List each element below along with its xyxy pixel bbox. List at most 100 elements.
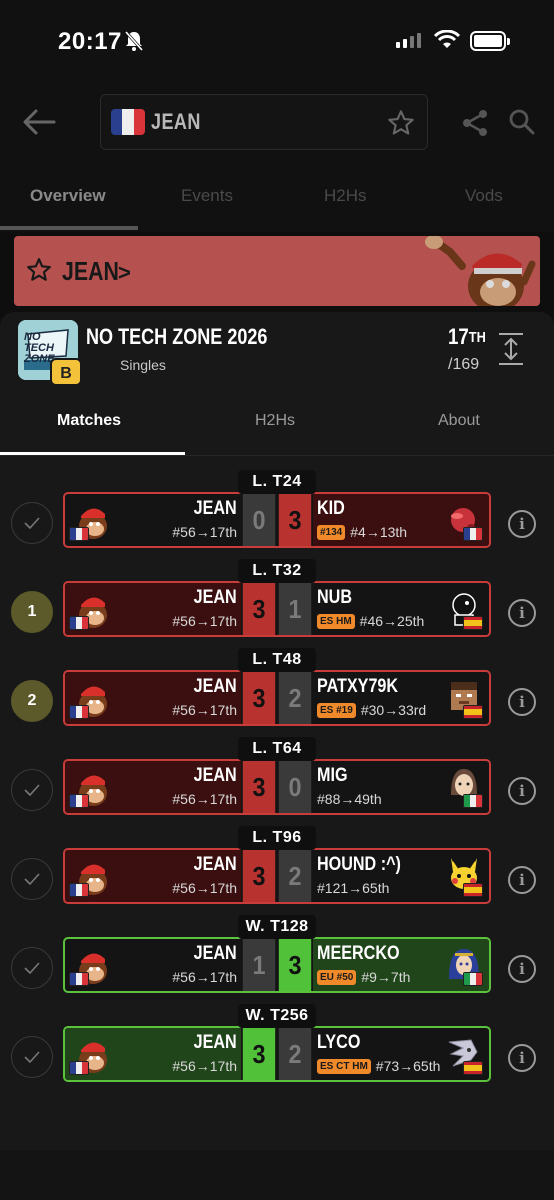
info-icon[interactable]: i — [508, 955, 536, 983]
event-type: Singles — [120, 357, 166, 373]
match-status-circle[interactable] — [11, 769, 53, 811]
entrant-count: /169 — [448, 356, 480, 373]
player-ranking-tag: EU #50 — [317, 969, 357, 985]
info-icon[interactable]: i — [508, 866, 536, 894]
share-icon[interactable] — [460, 108, 490, 138]
player-ranking-tag: ES #19 — [317, 702, 356, 718]
player2-seed: #46→25th — [359, 613, 425, 629]
match-card[interactable]: JEAN #56→17th 3 2 PATXY79K ES #19 #30→33r… — [63, 670, 491, 726]
status-time: 20:17 — [58, 28, 122, 55]
tab-vods[interactable]: Vods — [465, 186, 503, 206]
player1-side[interactable]: JEAN #56→17th — [65, 761, 241, 813]
subtab-h2hs[interactable]: H2Hs — [255, 412, 295, 430]
player1-side[interactable]: JEAN #56→17th — [65, 939, 241, 991]
wifi-icon — [434, 30, 460, 48]
player-search-box[interactable]: JEAN — [100, 94, 428, 150]
tab-overview[interactable]: Overview — [30, 186, 106, 206]
match-row[interactable]: L. T64 JEAN #56→17th 3 0 MIG #88→49th i — [0, 737, 554, 817]
france-flag-icon — [111, 109, 145, 135]
match-row[interactable]: L. T48 2 JEAN #56→17th 3 2 PATXY79K ES #… — [0, 648, 554, 728]
player1-side[interactable]: JEAN #56→17th — [65, 1028, 241, 1080]
match-card[interactable]: JEAN #56→17th 1 3 MEERCKO EU #50 #9→7th — [63, 937, 491, 993]
match-row[interactable]: W. T256 JEAN #56→17th 3 2 LYCO ES CT HM #… — [0, 1004, 554, 1084]
subtab-about[interactable]: About — [438, 412, 480, 430]
player1-score: 3 — [242, 1028, 276, 1080]
tab-events[interactable]: Events — [181, 186, 233, 206]
info-icon[interactable]: i — [508, 688, 536, 716]
player2-seed: #121→65th — [317, 880, 390, 896]
tournament-name[interactable]: NO TECH ZONE 2026 — [86, 324, 267, 350]
player1-score: 0 — [242, 494, 276, 546]
player2-side[interactable]: MIG #88→49th — [313, 761, 489, 813]
player1-side[interactable]: JEAN #56→17th — [65, 850, 241, 902]
match-card[interactable]: JEAN #56→17th 0 3 KID #134 #4→13th — [63, 492, 491, 548]
player2-score: 3 — [278, 939, 312, 991]
player1-side[interactable]: JEAN #56→17th — [65, 494, 241, 546]
subtab-active-underline — [0, 452, 185, 455]
player1-side[interactable]: JEAN #56→17th — [65, 672, 241, 724]
match-status-circle[interactable] — [11, 502, 53, 544]
match-rank-number: 2 — [27, 692, 37, 709]
info-icon[interactable]: i — [508, 510, 536, 538]
player2-meta: ES CT HM #73→65th — [317, 1058, 440, 1074]
match-rank-circle[interactable]: 2 — [11, 680, 53, 722]
expand-collapse-icon[interactable] — [498, 332, 524, 366]
player1-side[interactable]: JEAN #56→17th — [65, 583, 241, 635]
match-status-circle[interactable] — [11, 1036, 53, 1078]
player2-side[interactable]: KID #134 #4→13th — [313, 494, 489, 546]
home-indicator-area — [0, 1150, 554, 1200]
favorite-star-icon[interactable] — [387, 109, 415, 137]
player1-seed: #56→17th — [172, 613, 237, 629]
player2-name: PATXY79K — [317, 676, 399, 697]
checkmark-icon — [24, 517, 40, 529]
info-icon[interactable]: i — [508, 599, 536, 627]
player1-score: 1 — [242, 939, 276, 991]
player1-score: 3 — [242, 583, 276, 635]
france-flag-icon — [69, 972, 89, 986]
player1-seed: #56→17th — [172, 702, 237, 718]
match-card[interactable]: JEAN #56→17th 3 2 LYCO ES CT HM #73→65th — [63, 1026, 491, 1082]
player2-score: 2 — [278, 1028, 312, 1080]
player1-score: 3 — [242, 672, 276, 724]
spain-flag-icon — [463, 1061, 483, 1075]
player2-side[interactable]: NUB ES HM #46→25th — [313, 583, 489, 635]
top-bar: JEAN — [0, 80, 554, 164]
player1-name: JEAN — [193, 587, 237, 608]
tab-h2hs[interactable]: H2Hs — [324, 186, 367, 206]
player2-side[interactable]: HOUND :^) #121→65th — [313, 850, 489, 902]
match-rank-circle[interactable]: 1 — [11, 591, 53, 633]
player-banner[interactable]: JEAN > — [14, 236, 540, 306]
player2-side[interactable]: MEERCKO EU #50 #9→7th — [313, 939, 489, 991]
player2-side[interactable]: LYCO ES CT HM #73→65th — [313, 1028, 489, 1080]
cellular-signal-icon — [396, 33, 421, 48]
match-rank-number: 1 — [27, 603, 37, 620]
back-arrow-icon[interactable] — [22, 108, 56, 136]
match-card[interactable]: JEAN #56→17th 3 0 MIG #88→49th — [63, 759, 491, 815]
match-card[interactable]: JEAN #56→17th 3 2 HOUND :^) #121→65th — [63, 848, 491, 904]
player2-score: 3 — [278, 494, 312, 546]
star-outline-icon[interactable] — [26, 257, 52, 283]
status-bar: 20:17 — [0, 0, 554, 80]
match-card[interactable]: JEAN #56→17th 3 1 NUB ES HM #46→25th — [63, 581, 491, 637]
round-label: W. T256 — [238, 1004, 316, 1028]
match-row[interactable]: L. T32 1 JEAN #56→17th 3 1 NUB ES HM #46→… — [0, 559, 554, 639]
search-icon[interactable] — [508, 108, 536, 136]
match-row[interactable]: W. T128 JEAN #56→17th 1 3 MEERCKO EU #50… — [0, 915, 554, 995]
player2-score: 0 — [278, 761, 312, 813]
player1-name: JEAN — [193, 498, 237, 519]
match-row[interactable]: L. T24 JEAN #56→17th 0 3 KID #134 #4→13th… — [0, 470, 554, 550]
info-icon[interactable]: i — [508, 1044, 536, 1072]
match-status-circle[interactable] — [11, 947, 53, 989]
subtab-matches[interactable]: Matches — [57, 412, 121, 430]
player2-name: HOUND :^) — [317, 854, 401, 875]
info-icon[interactable]: i — [508, 777, 536, 805]
match-row[interactable]: L. T96 JEAN #56→17th 3 2 HOUND :^) #121→… — [0, 826, 554, 906]
spain-flag-icon — [463, 883, 483, 897]
player1-seed: #56→17th — [172, 880, 237, 896]
player2-seed: #4→13th — [350, 524, 408, 540]
player2-meta: ES #19 #30→33rd — [317, 702, 426, 718]
checkmark-icon — [24, 873, 40, 885]
match-status-circle[interactable] — [11, 858, 53, 900]
player2-side[interactable]: PATXY79K ES #19 #30→33rd — [313, 672, 489, 724]
placing: 17TH — [448, 324, 486, 350]
